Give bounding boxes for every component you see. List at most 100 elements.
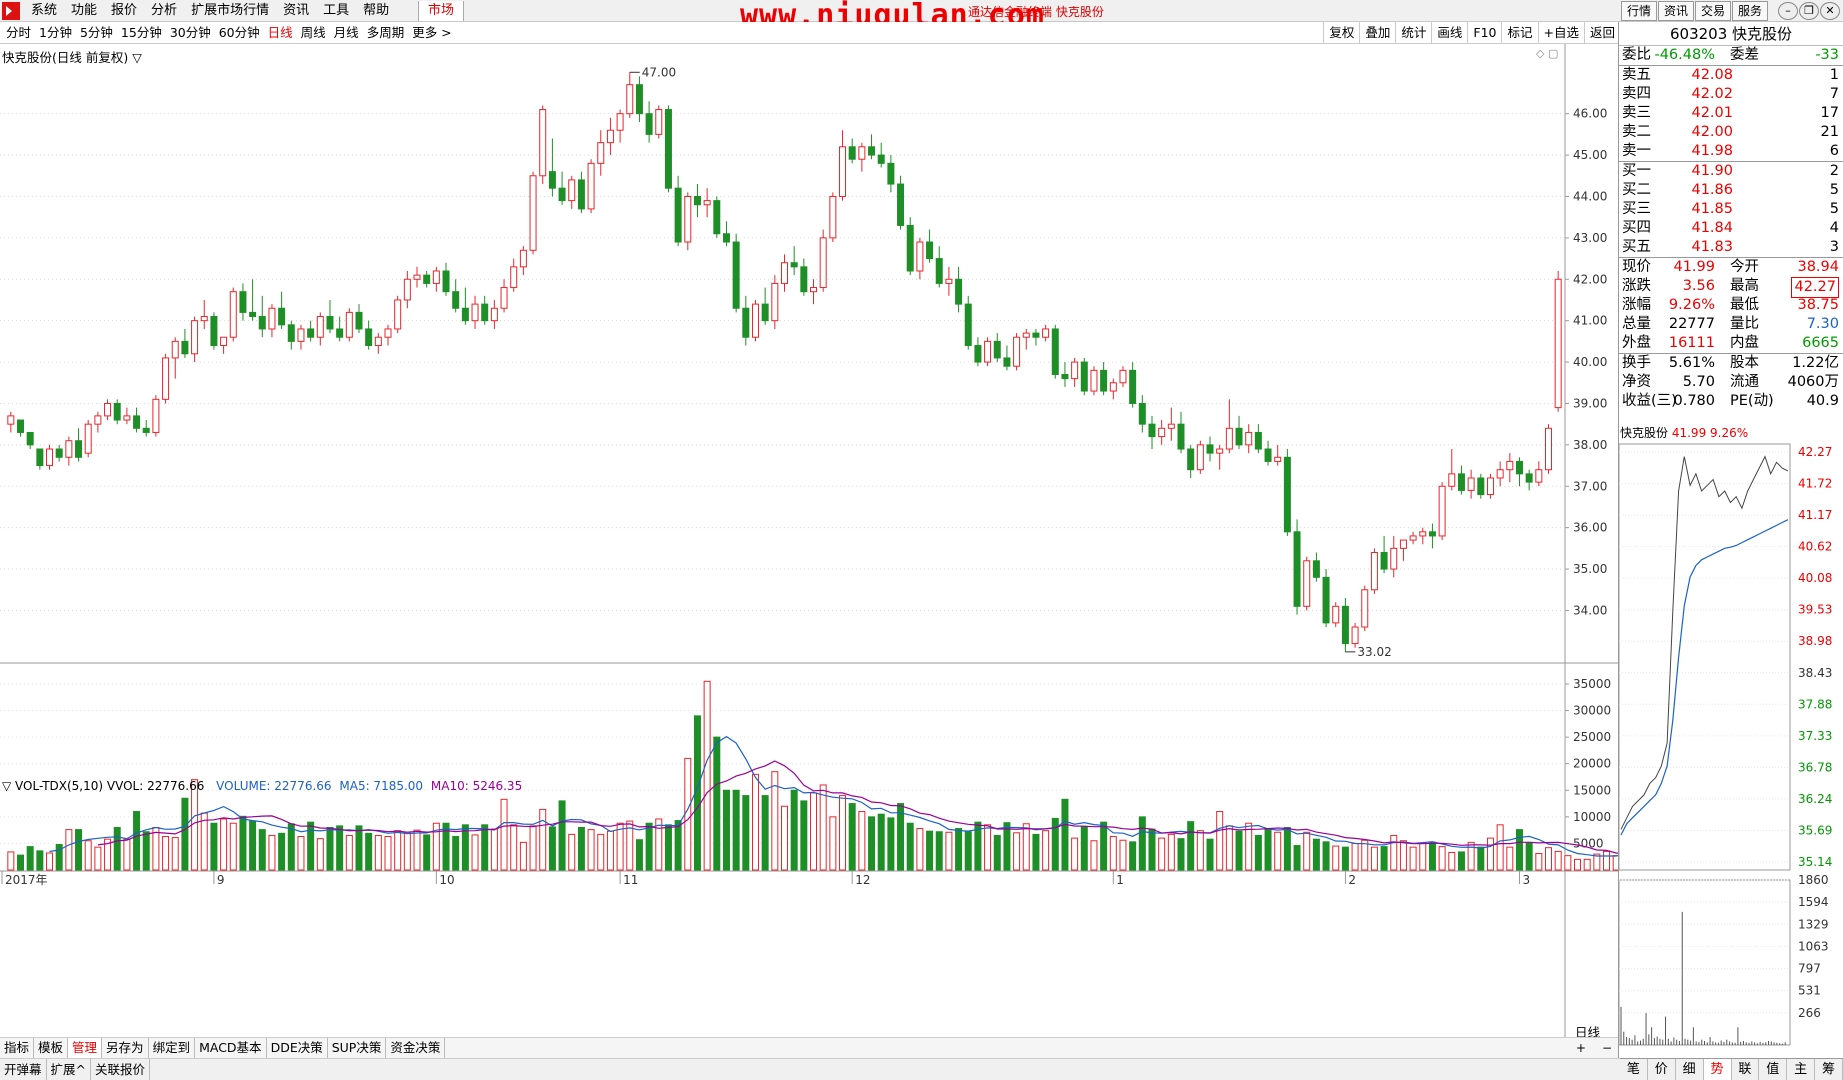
back-button[interactable]: 返回 xyxy=(1583,22,1620,44)
app-logo-icon[interactable] xyxy=(2,2,20,20)
fundamental-label: PE(动) xyxy=(1730,393,1774,409)
indicator-tab-3[interactable]: 另存为 xyxy=(102,1038,149,1058)
period-tab-2[interactable]: 5分钟 xyxy=(76,22,117,44)
volume-bar xyxy=(384,836,392,871)
price-tick-label: 44.00 xyxy=(1573,189,1607,203)
menu-function[interactable]: 功能 xyxy=(64,0,104,22)
candle-body xyxy=(1042,328,1050,338)
period-tab-4[interactable]: 30分钟 xyxy=(166,22,215,44)
candle-body xyxy=(839,146,847,197)
candle-body xyxy=(964,303,972,347)
candle-body xyxy=(220,336,228,347)
candle-body xyxy=(1100,369,1108,392)
indicator-tab-4[interactable]: 绑定到 xyxy=(149,1038,196,1058)
f10-button[interactable]: F10 xyxy=(1467,22,1501,44)
candle-body xyxy=(945,278,953,284)
volume-bar xyxy=(1264,828,1272,871)
draw-line-button[interactable]: 画线 xyxy=(1431,22,1467,44)
overlay-button[interactable]: 叠加 xyxy=(1359,22,1395,44)
zoom-out-icon[interactable]: − xyxy=(1594,1038,1620,1058)
volume-bar xyxy=(17,854,25,871)
minimize-icon[interactable]: – xyxy=(1778,2,1798,20)
service-button[interactable]: 服务 xyxy=(1732,1,1769,21)
panel-tab-0[interactable]: 笔 xyxy=(1620,1059,1648,1080)
menu-news[interactable]: 资讯 xyxy=(276,0,316,22)
indicator-tab-5[interactable]: MACD基本 xyxy=(195,1038,267,1058)
zoom-in-icon[interactable]: + xyxy=(1568,1038,1594,1058)
indicator-tab-2[interactable]: 管理 xyxy=(68,1038,103,1058)
candle-body xyxy=(423,274,431,284)
market-tab[interactable]: 市场 xyxy=(418,1,465,21)
restore-icon[interactable]: ❐ xyxy=(1799,2,1819,20)
panel-tab-7[interactable]: 筹 xyxy=(1815,1059,1843,1080)
panel-tab-3[interactable]: 势 xyxy=(1703,1059,1732,1080)
volume-bar xyxy=(123,838,131,871)
adjust-button[interactable]: 复权 xyxy=(1323,22,1359,44)
news-button[interactable]: 资讯 xyxy=(1658,1,1695,21)
add-watchlist-button[interactable]: +自选 xyxy=(1537,22,1584,44)
panel-tab-1[interactable]: 价 xyxy=(1648,1059,1676,1080)
volume-indicator-header[interactable]: ▽ VOL-TDX(5,10) VVOL: 22776.66 VOLUME: 2… xyxy=(2,779,522,793)
status-tab-2[interactable]: 关联报价 xyxy=(91,1059,151,1080)
menu-extended-market[interactable]: 扩展市场行情 xyxy=(184,0,276,22)
period-tab-7[interactable]: 周线 xyxy=(297,22,330,44)
chart-caption[interactable]: 快克股份(日线 前复权) ▽ xyxy=(2,47,142,66)
mark-button[interactable]: 标记 xyxy=(1501,22,1537,44)
status-tab-0[interactable]: 开弹幕 xyxy=(0,1059,47,1080)
volume-indicator-name[interactable]: ▽ VOL-TDX(5,10) xyxy=(2,779,103,793)
price-tick-label: 43.00 xyxy=(1573,231,1607,245)
stats-button[interactable]: 统计 xyxy=(1395,22,1431,44)
bid-label: 买一 xyxy=(1622,163,1651,179)
volume-bar xyxy=(355,825,363,871)
menu-quote[interactable]: 报价 xyxy=(104,0,144,22)
ask-price: 41.98 xyxy=(1691,143,1733,159)
volume-bar xyxy=(1158,837,1166,871)
panel-tab-5[interactable]: 值 xyxy=(1759,1059,1788,1080)
indicator-tab-7[interactable]: SUP决策 xyxy=(328,1038,387,1058)
volume-bar xyxy=(577,826,585,871)
indicator-tab-0[interactable]: 指标 xyxy=(0,1038,35,1058)
indicator-tab-8[interactable]: 资金决策 xyxy=(386,1038,446,1058)
bid-volume: 5 xyxy=(1829,201,1839,217)
menu-system[interactable]: 系统 xyxy=(24,0,64,22)
period-tab-3[interactable]: 15分钟 xyxy=(117,22,166,44)
volume-bar xyxy=(1225,825,1233,871)
trade-button[interactable]: 交易 xyxy=(1695,1,1732,21)
period-tab-9[interactable]: 多周期 xyxy=(363,22,409,44)
candle-body xyxy=(287,324,295,342)
volume-bar xyxy=(220,818,228,871)
period-tab-1[interactable]: 1分钟 xyxy=(35,22,76,44)
close-icon[interactable]: ✕ xyxy=(1820,2,1840,20)
volume-bar xyxy=(1119,839,1127,871)
stock-terminal-window: 系统 功能 报价 分析 扩展市场行情 资讯 工具 帮助 市场 通达信金融终端 快… xyxy=(0,0,1843,1080)
period-tab-0[interactable]: 分时 xyxy=(2,22,35,44)
indicator-tab-6[interactable]: DDE决策 xyxy=(267,1038,328,1058)
candle-body xyxy=(829,195,837,239)
volume-bar xyxy=(461,824,469,871)
period-tab-10[interactable]: 更多 > xyxy=(408,22,455,44)
kline-chart[interactable]: 46.00 45.00 44.00 43.00 42.00 41.00 40.00 39.00… xyxy=(0,44,1618,1037)
menu-help[interactable]: 帮助 xyxy=(356,0,396,22)
period-tab-5[interactable]: 60分钟 xyxy=(215,22,264,44)
intraday-chart[interactable]: 42.27 41.72 41.17 40.62 40.08 39.53 38.98 38.43… xyxy=(1618,440,1843,1057)
panel-tab-2[interactable]: 细 xyxy=(1676,1059,1704,1080)
price-tick-label: 46.00 xyxy=(1573,107,1607,121)
candle-body xyxy=(1341,605,1349,645)
bid-volume: 4 xyxy=(1829,220,1839,236)
volume-bar xyxy=(510,824,518,871)
candle-body xyxy=(1245,431,1253,446)
menu-analysis[interactable]: 分析 xyxy=(144,0,184,22)
panel-tab-6[interactable]: 主 xyxy=(1787,1059,1816,1080)
bid-row: 买一 41.90 2 xyxy=(1619,162,1843,181)
indicator-tab-1[interactable]: 模板 xyxy=(34,1038,69,1058)
candle-body xyxy=(713,200,721,235)
period-tab-6[interactable]: 日线 xyxy=(264,22,297,44)
menu-tools[interactable]: 工具 xyxy=(316,0,356,22)
candle-body xyxy=(635,84,643,115)
quotes-button[interactable]: 行情 xyxy=(1621,1,1658,21)
chart-corner-icons[interactable]: ◇ ▢ xyxy=(1536,47,1558,60)
intraday-price-tick: 40.62 xyxy=(1798,540,1832,554)
period-tab-8[interactable]: 月线 xyxy=(330,22,363,44)
panel-tab-4[interactable]: 联 xyxy=(1732,1059,1760,1080)
status-tab-1[interactable]: 扩展^ xyxy=(47,1059,91,1080)
